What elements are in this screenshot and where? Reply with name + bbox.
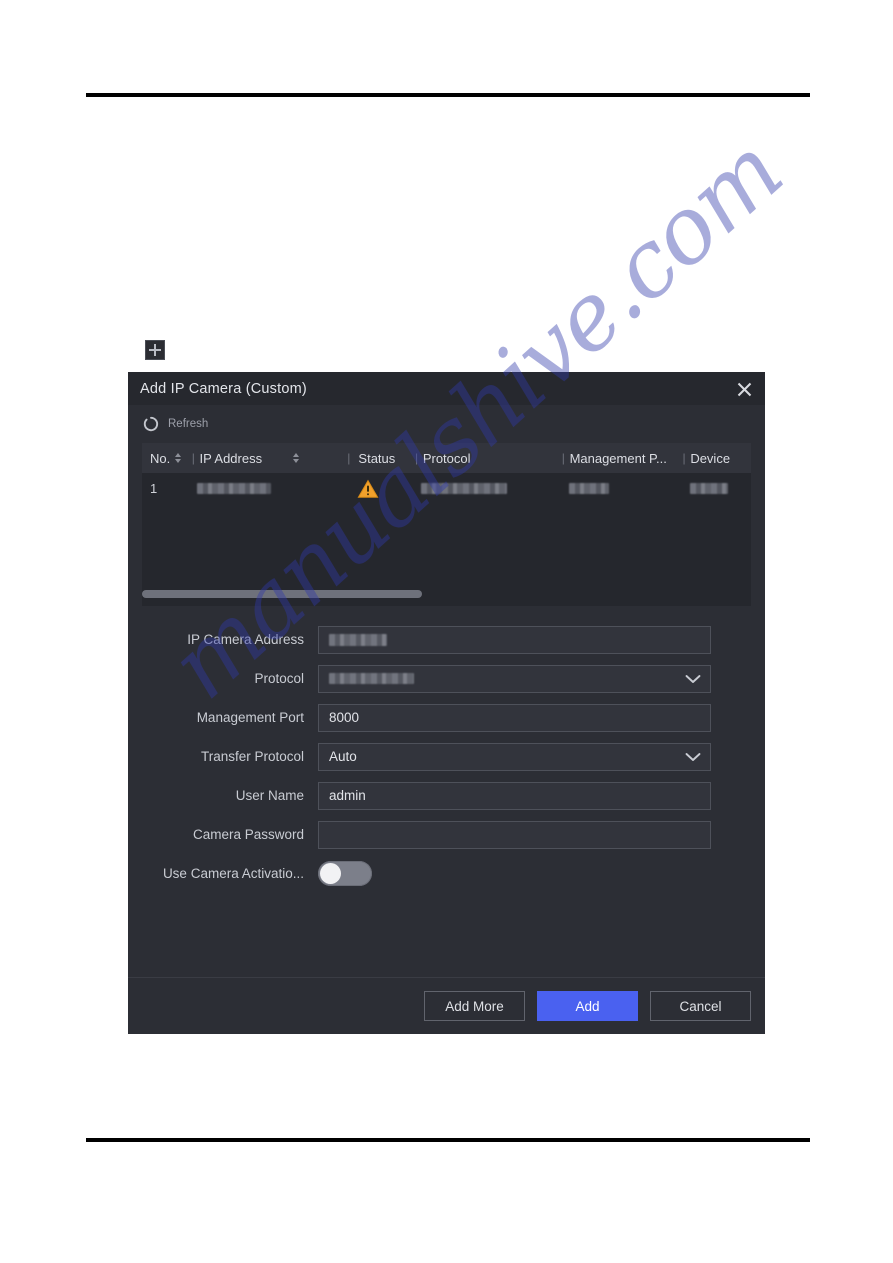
add-ip-camera-dialog: Add IP Camera (Custom) Refresh No. | IP … xyxy=(128,372,765,1034)
label-user-name: User Name xyxy=(235,788,304,803)
form-row-ip-camera-address: IP Camera Address xyxy=(128,620,765,659)
column-header-management-port[interactable]: Management P... xyxy=(570,443,678,473)
cell-separator xyxy=(185,473,197,504)
column-header-device-model[interactable]: Device xyxy=(690,443,751,473)
management-port-input[interactable]: 8000 xyxy=(318,703,711,732)
label-use-camera-activation-password: Use Camera Activatio... xyxy=(162,866,304,881)
label-protocol: Protocol xyxy=(254,671,304,686)
redacted-device-model xyxy=(689,483,728,494)
use-camera-activation-password-toggle[interactable] xyxy=(318,861,372,886)
refresh-label: Refresh xyxy=(168,418,209,430)
form-row-user-name: User Name admin xyxy=(128,776,765,815)
column-separator: | xyxy=(191,451,195,465)
redacted-ip-camera-address-value xyxy=(329,633,387,646)
column-header-status[interactable]: Status xyxy=(358,443,410,473)
camera-password-input[interactable] xyxy=(318,820,711,849)
form-row-protocol: Protocol xyxy=(128,659,765,698)
column-header-no[interactable]: No. xyxy=(142,443,170,473)
management-port-value: 8000 xyxy=(329,710,360,725)
cell-separator xyxy=(557,473,569,504)
form-row-camera-password: Camera Password xyxy=(128,815,765,854)
redacted-protocol xyxy=(421,483,508,494)
toggle-knob xyxy=(320,863,341,884)
redacted-protocol-value xyxy=(329,673,414,684)
cell-ip-spacer xyxy=(284,473,303,504)
chevron-down-icon xyxy=(685,674,701,684)
sort-arrows-icon xyxy=(292,453,299,463)
sort-no-button[interactable] xyxy=(168,443,187,473)
label-management-port: Management Port xyxy=(196,710,304,725)
column-separator: | xyxy=(561,451,565,465)
cell-no-spacer xyxy=(166,473,185,504)
cancel-button[interactable]: Cancel xyxy=(650,991,751,1021)
ip-camera-address-input[interactable] xyxy=(318,625,711,654)
table-row[interactable]: 1 xyxy=(142,473,751,504)
sort-ip-address-button[interactable] xyxy=(286,443,305,473)
redacted-ip-address xyxy=(197,483,272,494)
close-icon xyxy=(737,382,751,396)
close-button[interactable] xyxy=(733,378,755,400)
form-row-transfer-protocol: Transfer Protocol Auto xyxy=(128,737,765,776)
dialog-title: Add IP Camera (Custom) xyxy=(140,380,307,397)
plus-icon xyxy=(149,344,161,356)
camera-form: IP Camera Address Protocol Management Po… xyxy=(128,606,765,893)
page-footer-rule xyxy=(86,1138,810,1142)
transfer-protocol-select[interactable]: Auto xyxy=(318,742,711,771)
dialog-footer: Add More Add Cancel xyxy=(128,977,765,1034)
cell-status xyxy=(357,473,409,504)
warning-triangle-icon xyxy=(357,479,379,499)
column-separator: | xyxy=(347,451,351,465)
refresh-icon xyxy=(143,416,159,432)
cell-ip-address xyxy=(197,473,284,504)
label-ip-camera-address: IP Camera Address xyxy=(187,632,304,647)
cell-management-port xyxy=(568,473,678,504)
dialog-titlebar: Add IP Camera (Custom) xyxy=(128,372,765,405)
table-header-row: No. | IP Address | Status | Protocol | M… xyxy=(142,443,751,473)
refresh-button[interactable]: Refresh xyxy=(143,416,208,432)
page-header-rule xyxy=(86,93,810,97)
column-header-protocol[interactable]: Protocol xyxy=(423,443,557,473)
user-name-value: admin xyxy=(329,788,366,803)
cell-separator xyxy=(409,473,421,504)
label-transfer-protocol: Transfer Protocol xyxy=(200,749,304,764)
user-name-input[interactable]: admin xyxy=(318,781,711,810)
form-row-use-camera-activation-password: Use Camera Activatio... xyxy=(128,854,765,893)
label-camera-password: Camera Password xyxy=(192,827,304,842)
table-scrollbar-thumb[interactable] xyxy=(142,590,423,598)
cell-separator xyxy=(303,473,356,504)
sort-arrows-icon xyxy=(174,453,181,463)
cell-separator xyxy=(678,473,690,504)
transfer-protocol-value: Auto xyxy=(329,749,357,764)
chevron-down-icon xyxy=(685,752,701,762)
add-camera-plus-button[interactable] xyxy=(145,340,165,360)
table-horizontal-scrollbar[interactable] xyxy=(142,590,751,598)
column-header-ip-address[interactable]: IP Address xyxy=(199,443,286,473)
cell-device-model xyxy=(689,473,751,504)
cell-protocol xyxy=(421,473,556,504)
protocol-select[interactable] xyxy=(318,664,711,693)
add-more-button[interactable]: Add More xyxy=(424,991,525,1021)
form-row-management-port: Management Port 8000 xyxy=(128,698,765,737)
column-separator: | xyxy=(682,451,686,465)
column-separator: | xyxy=(415,451,419,465)
dialog-toolbar: Refresh xyxy=(128,405,765,443)
redacted-management-port xyxy=(568,483,609,494)
add-button[interactable]: Add xyxy=(537,991,638,1021)
camera-table: No. | IP Address | Status | Protocol | M… xyxy=(142,443,751,606)
cell-no: 1 xyxy=(150,481,158,496)
